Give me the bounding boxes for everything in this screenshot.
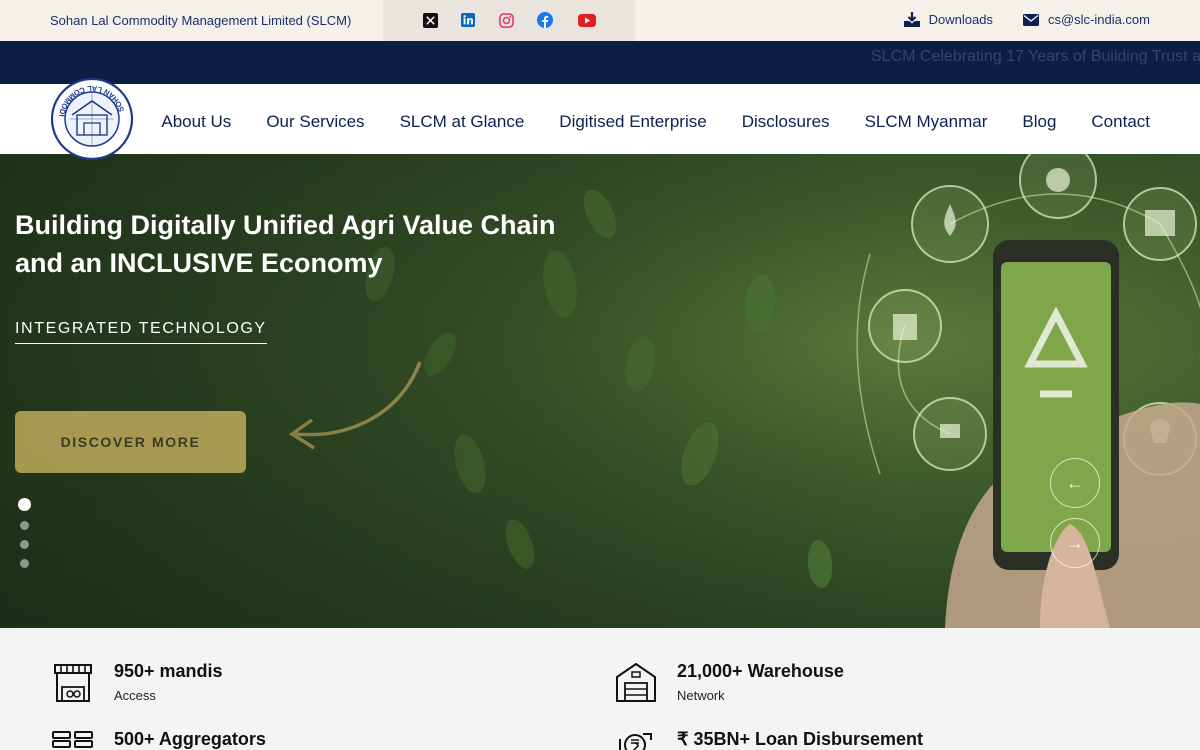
loan-icon — [619, 733, 652, 750]
mail-icon — [1022, 13, 1039, 26]
nav-item-disclosures[interactable]: Disclosures — [742, 112, 830, 132]
stat-aggregators-title: 500+ Aggregators — [114, 729, 266, 749]
downloads-label: Downloads — [928, 12, 993, 27]
nav-item-contact[interactable]: Contact — [1091, 112, 1150, 132]
slider-next-button[interactable]: → — [1050, 518, 1100, 568]
youtube-icon[interactable] — [577, 12, 597, 28]
x-icon[interactable] — [422, 12, 438, 28]
company-name: Sohan Lal Commodity Management Limited (… — [50, 13, 352, 28]
nav-item-slcm-myanmar[interactable]: SLCM Myanmar — [865, 112, 988, 132]
instagram-icon[interactable] — [498, 12, 514, 28]
facebook-icon[interactable] — [537, 12, 553, 28]
top-bar: Sohan Lal Commodity Management Limited (… — [0, 0, 1200, 41]
main-nav: About Us Our Services SLCM at Glance Dig… — [0, 84, 1200, 154]
stat-mandis-desc: Access — [114, 688, 156, 703]
download-icon — [903, 12, 920, 27]
company-logo[interactable]: SOHAN LAL COMMODITY — [50, 77, 134, 161]
social-links — [383, 0, 635, 41]
nav-item-slcm-at-glance[interactable]: SLCM at Glance — [400, 112, 525, 132]
slider-dot-3[interactable] — [20, 540, 29, 549]
arrow-left-icon: ← — [1066, 472, 1084, 493]
top-links: Downloads cs@slc-india.com — [903, 12, 1150, 27]
announcement-ticker: SLCM Celebrating 17 Years of Building Tr… — [0, 41, 1200, 84]
stat-aggregators: 500+ Aggregators — [52, 729, 266, 750]
nav-item-blog[interactable]: Blog — [1022, 112, 1056, 132]
stat-warehouse: 21,000+ Warehouse Network — [615, 661, 844, 703]
nav-item-digitised-enterprise[interactable]: Digitised Enterprise — [559, 112, 706, 132]
hero-subtitle: INTEGRATED TECHNOLOGY — [15, 320, 267, 344]
nav-item-our-services[interactable]: Our Services — [266, 112, 364, 132]
market-stall-icon — [54, 664, 92, 702]
stat-loan: ₹ 35BN+ Loan Disbursement — [615, 729, 923, 750]
hero-banner: Building Digitally Unified Agri Value Ch… — [0, 154, 1200, 628]
stat-loan-title: ₹ 35BN+ Loan Disbursement — [677, 729, 924, 749]
slider-dot-1-active[interactable] — [18, 498, 31, 511]
hero-title-line-2: and an INCLUSIVE Economy — [15, 248, 383, 278]
stat-mandis: 950+ mandis Access — [52, 661, 223, 703]
slider-dot-2[interactable] — [20, 521, 29, 530]
warehouse-icon — [616, 662, 656, 702]
discover-more-button[interactable]: DISCOVER MORE — [15, 411, 246, 473]
stat-warehouse-desc: Network — [677, 688, 725, 703]
stats-section: 950+ mandis Access 21,000+ Warehouse Net… — [0, 628, 1200, 750]
stat-mandis-title: 950+ mandis — [114, 661, 223, 681]
downloads-link[interactable]: Downloads — [903, 12, 993, 27]
ticker-text[interactable]: SLCM Celebrating 17 Years of Building Tr… — [871, 48, 1200, 66]
nav-item-about-us[interactable]: About Us — [161, 112, 231, 132]
hero-title: Building Digitally Unified Agri Value Ch… — [15, 206, 575, 282]
slider-prev-button[interactable]: ← — [1050, 458, 1100, 508]
email-link[interactable]: cs@slc-india.com — [1022, 12, 1150, 27]
nav-menu: About Us Our Services SLCM at Glance Dig… — [161, 112, 1150, 132]
arrow-right-icon: → — [1066, 532, 1084, 553]
stat-warehouse-title: 21,000+ Warehouse — [677, 661, 844, 681]
aggregator-icon — [52, 731, 93, 748]
linkedin-icon[interactable] — [460, 12, 476, 28]
slider-dot-4[interactable] — [20, 559, 29, 568]
hero-title-line-1: Building Digitally Unified Agri Value Ch… — [15, 210, 556, 240]
email-label: cs@slc-india.com — [1047, 12, 1150, 27]
